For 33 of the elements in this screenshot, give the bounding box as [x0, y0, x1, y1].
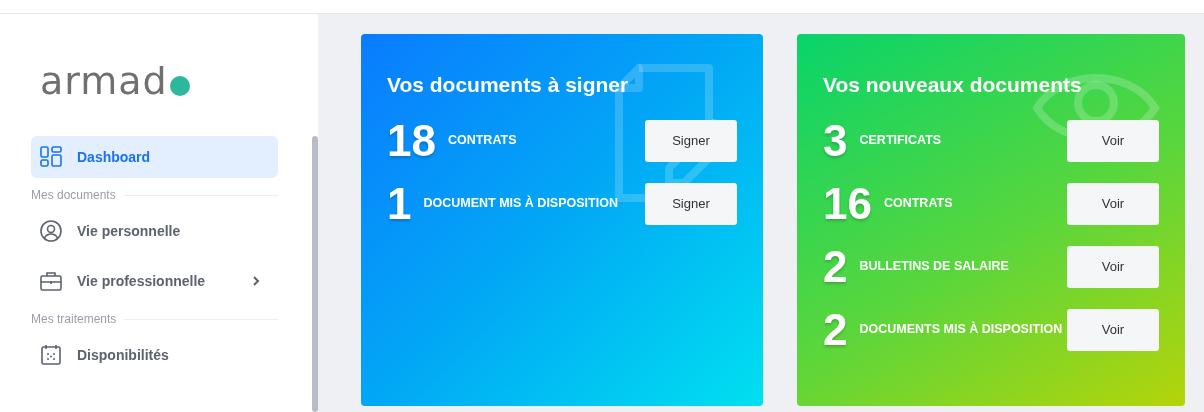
action-button[interactable]: Signer [645, 119, 737, 162]
sidebar-item[interactable]: Vie professionnelle [31, 260, 278, 302]
document-type-label: DOCUMENT MIS À DISPOSITION [423, 194, 619, 213]
action-button[interactable]: Voir [1067, 182, 1159, 225]
sidebar-item[interactable]: Vie personnelle [31, 210, 278, 252]
document-count: 3 [823, 118, 848, 163]
card-title: Vos nouveaux documents [823, 72, 1083, 98]
briefcase-icon [39, 269, 63, 293]
card-title: Vos documents à signer [387, 72, 630, 98]
scrollbar[interactable] [312, 136, 318, 412]
document-count: 1 [387, 181, 412, 226]
sidebar-item[interactable]: Disponibilités [31, 334, 278, 376]
document-type-label: DOCUMENTS MIS À DISPOSITION [859, 320, 1064, 339]
logo-text: armad [40, 62, 168, 100]
document-count: 2 [823, 244, 848, 289]
calendar-icon [39, 343, 63, 367]
sidebar-item[interactable]: Dashboard [31, 136, 278, 178]
user-icon [39, 219, 63, 243]
document-count: 2 [823, 307, 848, 352]
action-button[interactable]: Voir [1067, 308, 1159, 351]
document-type-label: BULLETINS DE SALAIRE [859, 258, 1010, 276]
document-type-label: CONTRATS [883, 195, 954, 213]
section-heading: Mes documents [31, 187, 116, 204]
action-button[interactable]: Voir [1067, 245, 1159, 288]
document-type-label: CERTIFICATS [859, 132, 943, 150]
logo-dot-icon [169, 76, 190, 96]
document-type-label: CONTRATS [447, 132, 518, 150]
document-count: 16 [823, 181, 872, 226]
section-heading: Mes traitements [31, 311, 117, 328]
action-button[interactable]: Voir [1067, 119, 1159, 162]
dashboard-icon [39, 145, 63, 169]
document-count: 18 [387, 118, 436, 163]
action-button[interactable]: Signer [645, 182, 737, 225]
